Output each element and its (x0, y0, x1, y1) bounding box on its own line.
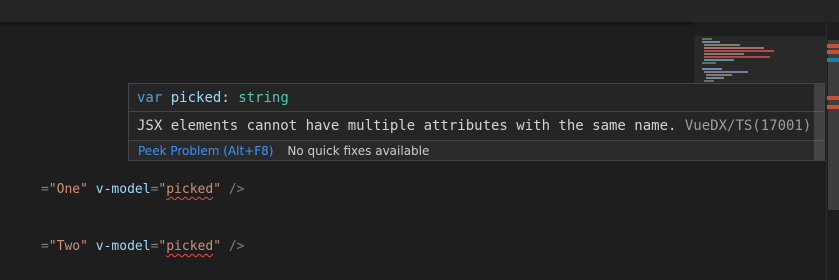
minimap-line (706, 77, 724, 79)
colon: : (221, 90, 230, 106)
minimap-error-line (704, 56, 770, 58)
vertical-scrollbar[interactable] (826, 22, 839, 280)
hover-scrollbar[interactable] (814, 84, 824, 160)
error-ruler-mark (827, 105, 839, 109)
minimap-line (704, 44, 740, 46)
minimap-line (704, 53, 744, 55)
string-value: "One" (48, 182, 88, 197)
hover-status-bar: Peek Problem (Alt+F8) No quick fixes avai… (129, 140, 824, 160)
attribute-name: v-model (95, 239, 151, 254)
scrollbar-thumb[interactable] (828, 40, 839, 210)
tab-strip (0, 0, 839, 22)
minimap-line (702, 62, 716, 64)
code-line[interactable]: ="One" v-model="picked" /> (0, 161, 245, 197)
hover-problem-message: JSX elements cannot have multiple attrib… (129, 113, 824, 140)
tag-close: /> (221, 182, 245, 197)
no-quick-fixes-label: No quick fixes available (287, 144, 430, 158)
problem-text: JSX elements cannot have multiple attrib… (137, 118, 677, 134)
minimap-line (702, 68, 722, 70)
code-line[interactable]: ="Two" v-model="picked" /> (0, 218, 245, 254)
equals-token: = (40, 239, 49, 254)
minimap-line (706, 74, 732, 76)
minimap-line (702, 38, 712, 40)
quote-token: " (213, 239, 222, 254)
error-squiggle-text[interactable]: picked (166, 239, 213, 254)
editor-window: ="One" v-model="picked" /> ="Two" v-mode… (0, 0, 839, 280)
string-value: "Two" (48, 239, 88, 254)
error-squiggle-text[interactable]: picked (166, 182, 213, 197)
cursor-ruler-mark (827, 58, 839, 62)
error-ruler-mark (827, 96, 839, 100)
attribute-name: v-model (95, 182, 151, 197)
identifier: picked (170, 90, 222, 106)
minimap-line (704, 59, 734, 61)
type-name: string (238, 90, 289, 106)
hover-signature: var picked: string (129, 84, 824, 112)
hover-scrollbar-thumb[interactable] (814, 84, 824, 160)
minimap-error-line (704, 50, 774, 52)
tag-close: /> (221, 239, 245, 254)
peek-problem-link[interactable]: Peek Problem (Alt+F8) (138, 144, 273, 158)
minimap-line (704, 80, 714, 82)
error-ruler-mark (827, 50, 839, 54)
problem-source: VueDX/TS(17001) (684, 118, 812, 134)
hover-widget: var picked: string JSX elements cannot h… (128, 83, 825, 161)
minimap-line (702, 41, 720, 43)
error-ruler-mark (827, 44, 839, 48)
quote-token: " (213, 182, 222, 197)
keyword: var (137, 90, 163, 106)
minimap-line (704, 71, 748, 73)
minimap-line (704, 47, 764, 49)
equals-token: = (40, 182, 49, 197)
